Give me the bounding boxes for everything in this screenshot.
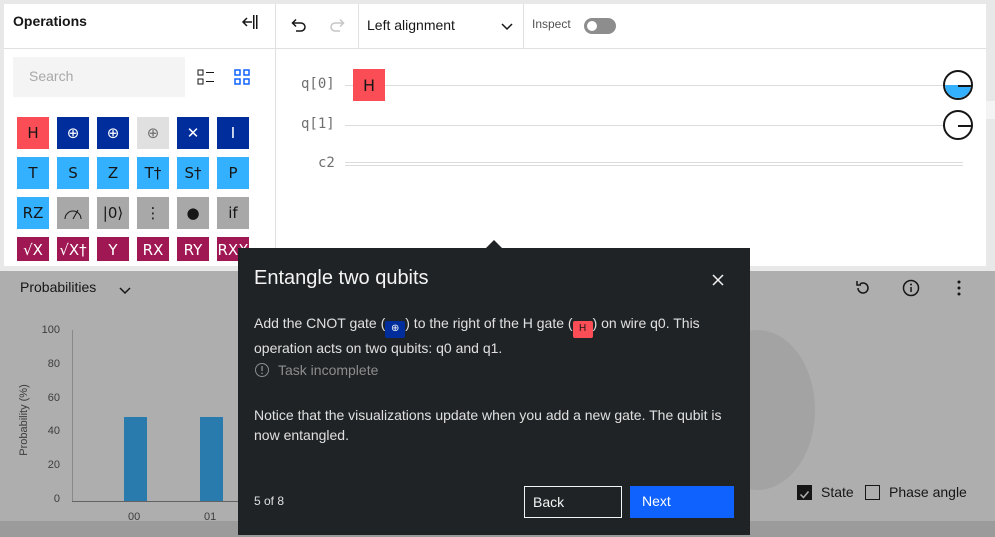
gate-op1[interactable]: ⊕ [57,117,89,149]
list-view-icon[interactable] [196,67,216,87]
modal-title: Entangle two qubits [254,267,429,289]
cnot-gate-icon: ⊕ [385,320,406,338]
gate-op16[interactable]: ● [177,197,209,229]
instruction-text: Add the CNOT gate ( [254,315,386,331]
gate-0[interactable]: |0⟩ [97,197,129,229]
back-button[interactable]: Back [524,486,622,518]
gate-s[interactable]: S [57,157,89,189]
gate-measure[interactable] [57,197,89,229]
operations-title: Operations [13,13,87,29]
wire-label-q0: q[0] [301,76,335,92]
gate-ry[interactable]: RY [177,237,209,261]
gate-i[interactable]: I [217,117,249,149]
toggle-knob [587,21,597,31]
divider [276,48,986,49]
next-button[interactable]: Next [630,486,734,518]
undo-icon[interactable] [288,16,308,36]
gate-op4[interactable]: ✕ [177,117,209,149]
classical-wire-c2-line [345,165,963,166]
gate-x[interactable]: √X† [57,237,89,261]
modal-note: Notice that the visualizations update wh… [254,407,722,443]
instruction-text: ) to the right of the H gate ( [405,315,573,331]
classical-wire-c2[interactable] [345,162,963,163]
gate-h[interactable]: H [17,117,49,149]
step-counter: 5 of 8 [254,494,285,508]
gate-if[interactable]: if [217,197,249,229]
qubit-wire-q0[interactable] [345,85,943,86]
task-status-text: Task incomplete [278,362,379,378]
gate-s[interactable]: S† [177,157,209,189]
tooltip-caret [486,240,502,248]
qubit-state-disc-q1 [943,110,973,140]
task-status: Task incomplete [254,362,378,378]
grid-view-icon[interactable] [232,67,252,87]
alignment-select[interactable]: Left alignment [359,4,523,48]
redo-icon[interactable] [328,16,348,36]
divider [4,48,276,49]
editor-scrollbar[interactable] [986,101,995,119]
gate-t[interactable]: T [17,157,49,189]
h-gate-on-q0[interactable]: H [353,69,385,101]
h-gate-inline: H [572,320,593,338]
warning-info-icon [255,363,269,377]
gate-t[interactable]: T† [137,157,169,189]
wire-label-q1: q[1] [301,116,335,132]
qubit-wire-q1[interactable] [345,125,943,126]
gate-rz[interactable]: RZ [17,197,49,229]
divider [523,4,524,48]
gate-p[interactable]: P [217,157,249,189]
gate-op3[interactable]: ⊕ [137,117,169,149]
wire-label-c2: c2 [318,155,335,171]
collapse-panel-icon[interactable] [240,12,260,32]
gate-rx[interactable]: RX [137,237,169,261]
gate-x[interactable]: √X [17,237,49,261]
inspect-label: Inspect [532,17,571,31]
close-icon[interactable] [709,271,727,289]
gate-z[interactable]: Z [97,157,129,189]
chevron-down-icon [500,18,514,32]
gate-op2[interactable]: ⊕ [97,117,129,149]
search-input[interactable]: Search [13,57,185,97]
modal-instructions: Add the CNOT gate (⊕) to the right of th… [254,313,724,358]
meter-icon [64,209,82,220]
gate-y[interactable]: Y [97,237,129,261]
qubit-state-disc-q0 [943,70,973,100]
gate-op15[interactable]: ⋮ [137,197,169,229]
